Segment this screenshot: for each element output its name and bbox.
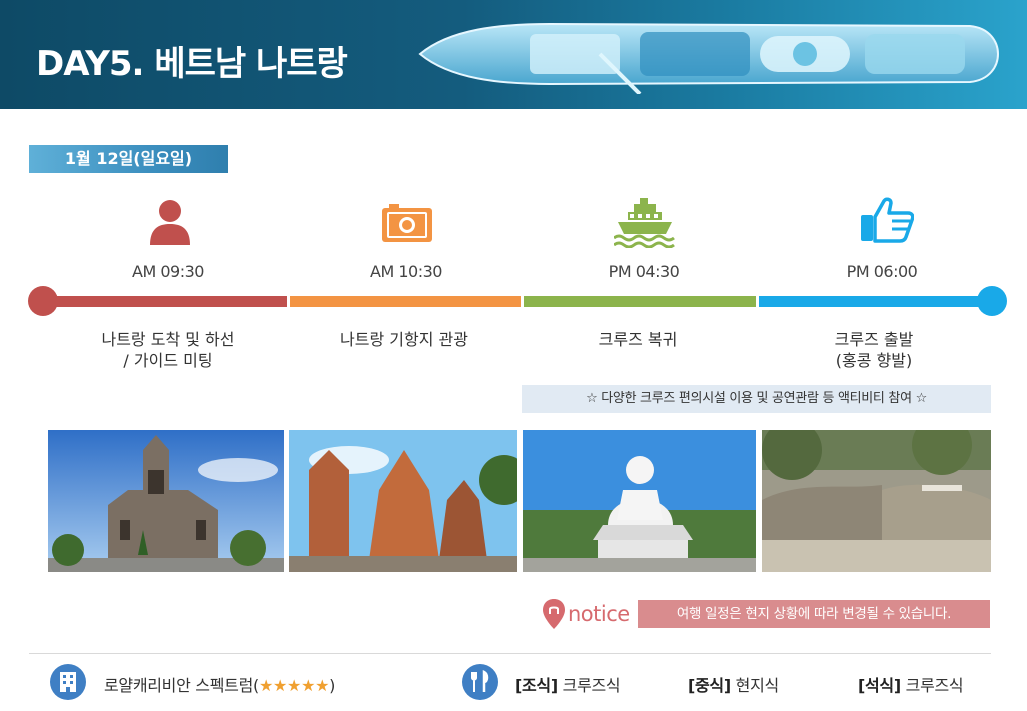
photo-cathedral: [48, 430, 284, 572]
step-desc-1-line2: / 가이드 미팅: [123, 351, 213, 370]
timeline-segment-1: [42, 296, 287, 307]
meal-icon: [462, 664, 498, 700]
notice-message: 여행 일정은 현지 상황에 따라 변경될 수 있습니다.: [638, 600, 990, 628]
step-desc-4-line2: (홍콩 향발): [835, 351, 913, 370]
photo-buddha-statue: [523, 430, 756, 572]
step-desc-4-line1: 크루즈 출발: [834, 330, 914, 349]
dinner-value: 크루즈식: [900, 676, 964, 695]
timeline-segment-2: [290, 296, 521, 307]
lunch-info: [중식] 현지식: [688, 672, 779, 696]
date-badge: 1월 12일(일요일): [29, 145, 228, 173]
breakfast-info: [조식] 크루즈식: [515, 672, 621, 696]
page-header: DAY5. 베트남 나트랑: [0, 0, 1027, 109]
dinner-info: [석식] 크루즈식: [858, 672, 964, 696]
step-desc-3-line1: 크루즈 복귀: [598, 330, 678, 349]
lunch-value: 현지식: [730, 676, 780, 695]
timeline-segment-3: [524, 296, 756, 307]
lunch-label: [중식]: [688, 676, 731, 695]
camera-icon: [382, 204, 432, 242]
footer-divider: [29, 653, 991, 654]
timeline-start-dot: [28, 286, 58, 316]
page-title: DAY5. 베트남 나트랑: [36, 44, 348, 84]
cruise-ship-icon: [614, 198, 675, 248]
thumbs-up-icon: [861, 197, 914, 243]
photo-rock-garden: [762, 430, 991, 572]
step-time-3: PM 04:30: [608, 262, 680, 281]
map-pin-icon: [543, 599, 565, 629]
timeline-segment-4: [759, 296, 991, 307]
step-time-2: AM 10:30: [370, 262, 442, 281]
hotel-name: 로얄캐리비안 스펙트럼(: [104, 676, 259, 695]
person-icon: [150, 200, 190, 245]
cruise-ship-illustration: [418, 22, 1000, 94]
hotel-icon: [50, 664, 86, 700]
hotel-stars: ★★★★★: [258, 676, 330, 695]
step-desc-3: 크루즈 복귀: [528, 329, 748, 350]
notice-label: notice: [568, 602, 630, 626]
timeline-end-dot: [977, 286, 1007, 316]
step-time-4: PM 06:00: [846, 262, 918, 281]
hotel-info: 로얄캐리비안 스펙트럼(★★★★★): [104, 672, 335, 696]
step-desc-2-line1: 나트랑 기항지 관광: [340, 330, 468, 349]
breakfast-label: [조식]: [515, 676, 558, 695]
notice-logo: notice: [542, 598, 630, 630]
photo-ponagar-tower: [289, 430, 517, 572]
step-desc-2: 나트랑 기항지 관광: [294, 329, 514, 350]
step-desc-1: 나트랑 도착 및 하선 / 가이드 미팅: [58, 329, 278, 371]
step-desc-4: 크루즈 출발 (홍콩 향발): [764, 329, 984, 371]
activity-note: ☆ 다양한 크루즈 편의시설 이용 및 공연관람 등 액티비티 참여 ☆: [522, 385, 991, 413]
breakfast-value: 크루즈식: [557, 676, 621, 695]
hotel-close: ): [329, 676, 336, 695]
step-desc-1-line1: 나트랑 도착 및 하선: [101, 330, 235, 349]
step-time-1: AM 09:30: [132, 262, 204, 281]
dinner-label: [석식]: [858, 676, 901, 695]
